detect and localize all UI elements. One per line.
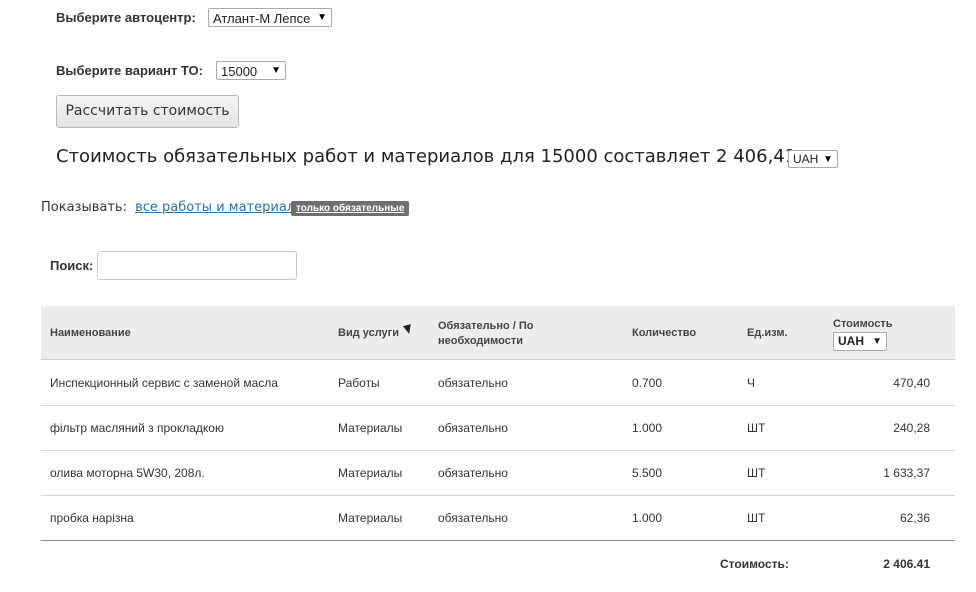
column-header-cost[interactable]: Стоимость [833, 317, 893, 332]
caret-down-icon: ▼ [823, 154, 833, 165]
cell-quantity: 5.500 [632, 466, 663, 480]
cell-name: олива моторна 5W30, 208л. [50, 466, 205, 480]
column-header-name[interactable]: Наименование [50, 326, 131, 341]
caret-down-icon: ▼ [271, 65, 281, 76]
result-text: Стоимость обязательных работ и материало… [56, 146, 797, 167]
mandatory-only-badge[interactable]: только обязательные [291, 201, 410, 216]
filter-row: Показывать: все работы и материалы [41, 200, 305, 215]
cell-name: пробка нарізна [50, 511, 134, 525]
cell-cost: 1 633,37 [883, 466, 930, 480]
column-header-service-type[interactable]: Вид услуги [338, 326, 399, 341]
cell-cost: 240,28 [893, 421, 930, 435]
total-value: 2 406.41 [883, 557, 930, 571]
cell-cost: 470,40 [893, 376, 930, 390]
cell-service-type: Материалы [338, 421, 403, 435]
variant-label: Выберите вариант ТО: [56, 63, 203, 78]
cell-service-type: Работы [338, 376, 380, 390]
cell-mandatory: обязательно [438, 421, 508, 435]
all-works-link[interactable]: все работы и материалы [135, 200, 305, 215]
filter-label: Показывать: [41, 200, 127, 215]
caret-down-icon: ▼ [317, 12, 327, 23]
column-header-mandatory-line2[interactable]: необходимости [438, 334, 523, 349]
autocenter-select[interactable]: Атлант-М Лепсе ▼ [208, 8, 332, 27]
result-currency-select[interactable]: UAH ▼ [788, 150, 838, 168]
cell-mandatory: обязательно [438, 511, 508, 525]
cell-cost: 62,36 [899, 511, 930, 525]
autocenter-select-value: Атлант-М Лепсе [213, 11, 311, 26]
cell-unit: Ч [747, 376, 755, 390]
table-row: пробка нарізна Материалы обязательно 1.0… [41, 496, 955, 541]
search-input[interactable] [97, 251, 297, 280]
cost-currency-select[interactable]: UAH ▼ [833, 332, 887, 351]
cell-name: фільтр масляний з прокладкою [50, 421, 224, 435]
result-currency-value: UAH [793, 152, 819, 166]
cell-service-type: Материалы [338, 466, 403, 480]
result-summary: Стоимость обязательных работ и материало… [56, 146, 796, 167]
cost-currency-value: UAH [838, 334, 864, 348]
calculate-button[interactable]: Рассчитать стоимость [56, 95, 239, 128]
cell-name: Инспекционный сервис с заменой масла [50, 376, 278, 390]
cell-mandatory: обязательно [438, 466, 508, 480]
column-header-quantity[interactable]: Количество [632, 326, 696, 341]
cell-quantity: 0.700 [632, 376, 663, 390]
table-row: Инспекционный сервис с заменой масла Раб… [41, 361, 955, 406]
cell-service-type: Материалы [338, 511, 403, 525]
table-row: олива моторна 5W30, 208л. Материалы обяз… [41, 451, 955, 496]
cell-unit: ШТ [747, 421, 766, 435]
column-header-mandatory-line1[interactable]: Обязательно / По [438, 319, 533, 334]
autocenter-label: Выберите автоцентр: [56, 10, 196, 25]
cell-mandatory: обязательно [438, 376, 508, 390]
variant-select[interactable]: 15000 ▼ [216, 61, 286, 80]
cell-unit: ШТ [747, 466, 766, 480]
cell-quantity: 1.000 [632, 421, 663, 435]
cell-quantity: 1.000 [632, 511, 663, 525]
total-label: Стоимость: [720, 557, 789, 571]
cell-unit: ШТ [747, 511, 766, 525]
table-row: фільтр масляний з прокладкою Материалы о… [41, 406, 955, 451]
column-header-unit[interactable]: Ед.изм. [747, 326, 788, 341]
variant-select-value: 15000 [221, 64, 258, 79]
caret-down-icon: ▼ [872, 336, 882, 347]
search-label: Поиск: [50, 258, 94, 273]
